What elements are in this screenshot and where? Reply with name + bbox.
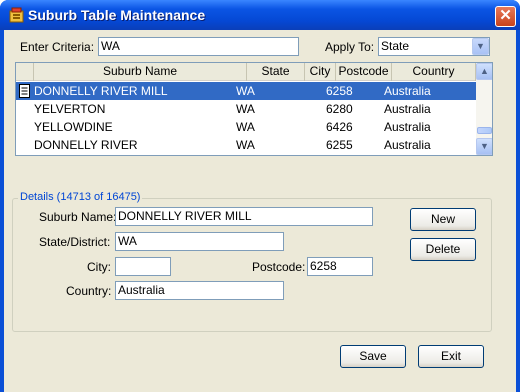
postcode-label: Postcode: xyxy=(252,260,306,274)
close-icon: ✕ xyxy=(499,7,512,24)
criteria-input[interactable]: WA xyxy=(98,37,299,56)
state-district-label: State/District: xyxy=(39,235,111,249)
cell-country: Australia xyxy=(384,102,431,116)
scroll-up-icon[interactable]: ▲ xyxy=(476,63,492,80)
city-field[interactable] xyxy=(115,257,171,276)
cell-postcode: 6280 xyxy=(326,102,353,116)
close-button[interactable]: ✕ xyxy=(495,6,516,27)
cell-country: Australia xyxy=(384,120,431,134)
postcode-field[interactable]: 6258 xyxy=(307,257,373,276)
country-label: Country: xyxy=(66,284,112,298)
app-icon xyxy=(9,7,24,23)
table-row[interactable]: DONNELLY RIVER WA 6255 Australia xyxy=(16,136,476,154)
cell-postcode: 6258 xyxy=(326,84,353,98)
table-row[interactable]: YELLOWDINE WA 6426 Australia xyxy=(16,118,476,136)
cell-state: WA xyxy=(236,120,255,134)
column-header-city[interactable]: City xyxy=(305,63,336,81)
chevron-down-icon[interactable]: ▼ xyxy=(472,38,489,55)
cell-suburb: YELLOWDINE xyxy=(34,120,113,134)
grid-scrollbar[interactable]: ▲ ▼ xyxy=(476,63,492,155)
column-header-country[interactable]: Country xyxy=(392,63,476,81)
country-field[interactable]: Australia xyxy=(115,281,284,300)
save-button[interactable]: Save xyxy=(340,345,406,368)
table-row[interactable]: DONNELLY RIVER MILL WA 6258 Australia xyxy=(16,82,476,100)
cell-suburb: DONNELLY RIVER MILL xyxy=(34,84,168,98)
city-label: City: xyxy=(87,260,111,274)
criteria-label: Enter Criteria: xyxy=(20,40,95,54)
suburb-name-field[interactable]: DONNELLY RIVER MILL xyxy=(115,207,373,226)
row-indicator-header xyxy=(16,63,34,81)
current-row-icon xyxy=(19,84,30,98)
column-header-state[interactable]: State xyxy=(247,63,305,81)
window-border xyxy=(516,30,520,392)
cell-postcode: 6255 xyxy=(326,138,353,152)
scrollbar-thumb[interactable] xyxy=(477,127,492,134)
title-bar[interactable]: Suburb Table Maintenance ✕ xyxy=(0,0,520,30)
column-header-postcode[interactable]: Postcode xyxy=(336,63,392,81)
table-row[interactable]: YELVERTON WA 6280 Australia xyxy=(16,100,476,118)
cell-postcode: 6426 xyxy=(326,120,353,134)
scroll-down-icon[interactable]: ▼ xyxy=(476,138,492,155)
apply-to-label: Apply To: xyxy=(325,40,375,54)
apply-to-value: State xyxy=(381,39,410,53)
cell-suburb: DONNELLY RIVER xyxy=(34,138,138,152)
cell-country: Australia xyxy=(384,138,431,152)
cell-state: WA xyxy=(236,84,255,98)
cell-country: Australia xyxy=(384,84,431,98)
state-district-field[interactable]: WA xyxy=(115,232,284,251)
grid-header: Suburb Name State City Postcode Country xyxy=(16,63,476,81)
cell-state: WA xyxy=(236,102,255,116)
suburb-name-label: Suburb Name: xyxy=(39,210,117,224)
new-button[interactable]: New xyxy=(410,208,476,231)
cell-suburb: YELVERTON xyxy=(34,102,106,116)
column-header-suburb[interactable]: Suburb Name xyxy=(34,63,247,81)
window-title: Suburb Table Maintenance xyxy=(28,7,206,23)
details-title: Details (14713 of 16475) xyxy=(18,191,143,203)
exit-button[interactable]: Exit xyxy=(418,345,484,368)
suburb-grid: Suburb Name State City Postcode Country … xyxy=(15,62,493,156)
cell-state: WA xyxy=(236,138,255,152)
apply-to-select[interactable]: State ▼ xyxy=(378,37,490,56)
delete-button[interactable]: Delete xyxy=(410,238,476,261)
